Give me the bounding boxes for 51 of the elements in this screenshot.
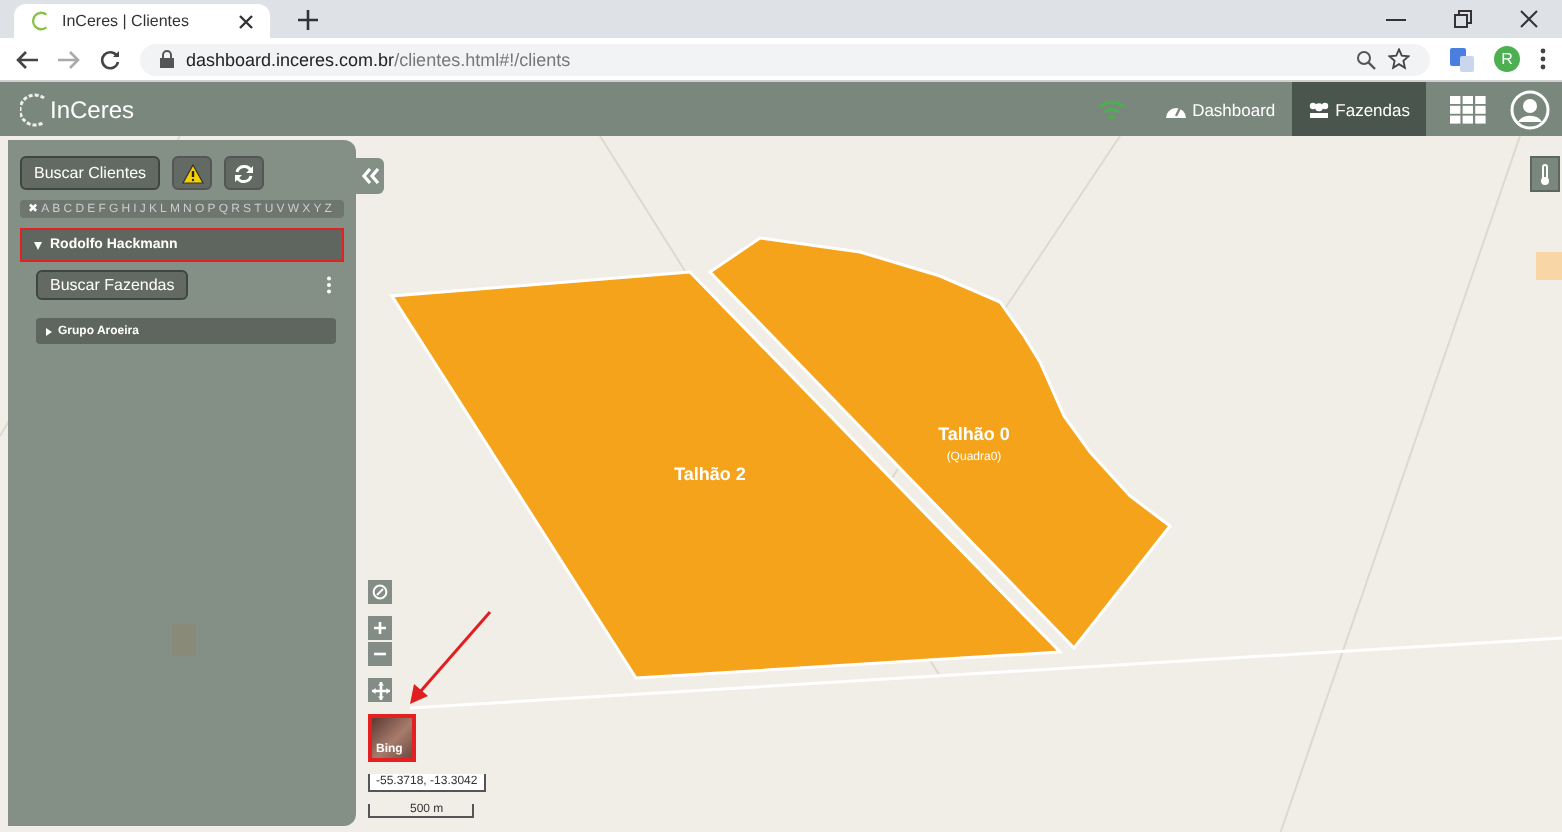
refresh-icon [234,163,255,183]
browser-tab[interactable]: InCeres | Clientes [14,4,270,38]
pan-button[interactable] [368,678,392,702]
search-clients-button[interactable]: Buscar Clientes [20,156,161,190]
kebab-menu-icon[interactable] [326,276,332,294]
logo-ring-icon [20,91,48,127]
star-icon[interactable] [1388,48,1410,70]
loading-icon [30,10,52,32]
field-label: Talhão 0 [938,424,1010,444]
zoom-out-button[interactable] [368,642,392,666]
user-avatar-icon[interactable] [1510,89,1550,129]
close-icon[interactable] [238,13,254,29]
minimize-icon[interactable] [1386,17,1406,21]
field-polygon[interactable] [1536,252,1562,280]
compass-icon [372,584,388,600]
minus-icon [374,652,386,656]
double-chevron-left-icon [361,168,379,184]
address-bar[interactable]: dashboard.inceres.com.br/clientes.html#!/clients [140,43,1430,75]
field-label: Talhão 2 [674,464,746,484]
refresh-button[interactable] [224,156,265,190]
url-path: /clientes.html#!/clients [394,49,571,69]
close-icon[interactable] [1520,10,1538,28]
profile-avatar[interactable]: R [1494,46,1520,72]
zoom-icon[interactable] [1356,49,1376,69]
more-menu-icon[interactable] [1540,48,1546,70]
plus-icon [374,622,386,634]
thermometer-button[interactable] [1530,156,1560,192]
warning-button[interactable] [172,156,213,190]
apps-grid-icon[interactable] [1450,95,1486,123]
restore-icon[interactable] [1454,10,1472,28]
compass-button[interactable] [368,580,392,604]
logo-text: InCeres [50,95,135,123]
field-polygon[interactable] [389,270,1064,680]
back-arrow-icon[interactable] [16,49,38,69]
url-domain: dashboard.inceres.com.br [186,49,395,69]
tab-title: InCeres | Clientes [62,12,191,30]
collapse-panel-button[interactable] [356,158,384,194]
wifi-icon [1098,99,1127,119]
lock-icon [160,50,174,68]
search-farms-button[interactable]: Buscar Fazendas [36,270,189,300]
reload-icon[interactable] [100,49,120,69]
thermometer-icon [1540,163,1550,185]
move-arrows-icon [371,681,389,699]
warning-icon [181,163,204,183]
annotation-arrow [410,611,492,704]
zoom-in-button[interactable] [368,616,392,640]
translate-icon[interactable] [1450,47,1474,71]
nav-tab[interactable]: Fazendas [1291,82,1426,136]
new-tab-icon[interactable] [298,9,318,29]
users-icon [1307,101,1330,117]
nav-tab[interactable]: Dashboard [1150,82,1292,136]
